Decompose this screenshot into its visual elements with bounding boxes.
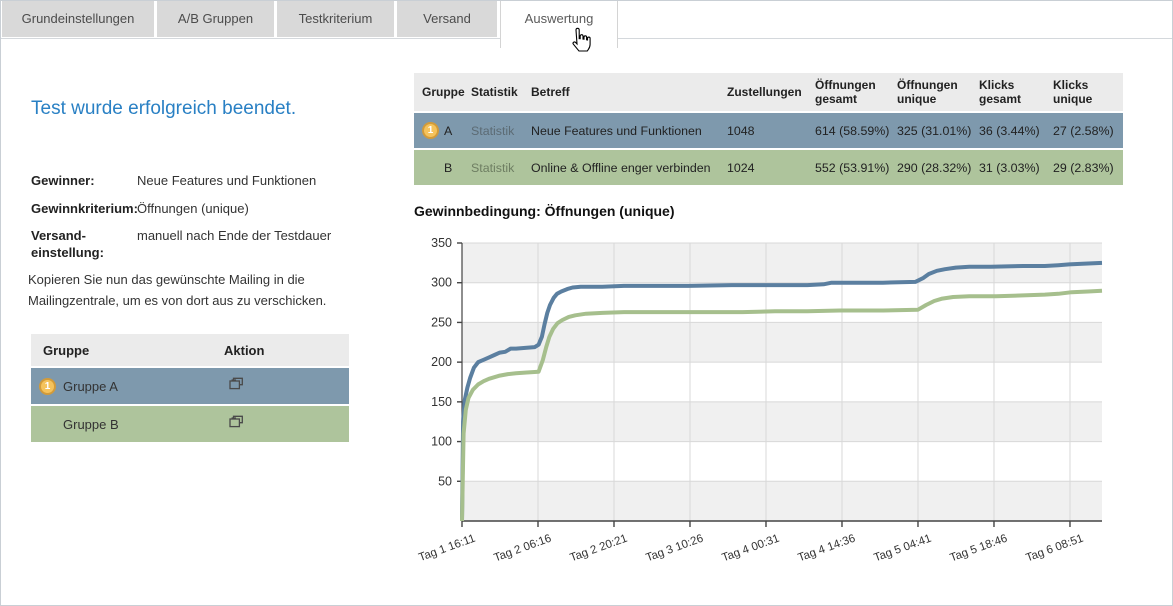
results-row-a[interactable]: 1 A Statistik Neue Features und Funktion… — [414, 113, 1123, 148]
results-table: Gruppe Statistik Betreff Zustellungen Öf… — [414, 73, 1123, 185]
send-setting-row: Versand-einstellung: manuell nach Ende d… — [31, 227, 331, 261]
x-axis-label: Tag 6 08:51 — [1024, 533, 1085, 565]
row-a-betreff: Neue Features und Funktionen — [526, 113, 722, 148]
tab-bar: Grundeinstellungen A/B Gruppen Testkrite… — [2, 1, 618, 48]
x-axis-label: Tag 5 18:46 — [948, 533, 1009, 565]
copy-icon[interactable] — [228, 415, 245, 430]
statistik-link[interactable]: Statistik — [471, 124, 514, 138]
y-axis-label: 350 — [431, 236, 452, 250]
tab-ab-gruppen[interactable]: A/B Gruppen — [157, 1, 274, 37]
x-axis-label: Tag 2 20:21 — [568, 533, 629, 565]
line-chart: Tag 1 16:11 Tag 2 06:16 Tag 2 20:21 Tag 3 1… — [406, 229, 1173, 579]
row-b-klicks-unique: 29 (2.83%) — [1048, 150, 1123, 185]
tab-auswertung[interactable]: Auswertung — [500, 1, 618, 48]
win-criterion-value: Öffnungen (unique) — [137, 200, 249, 217]
tab-grundeinstellungen[interactable]: Grundeinstellungen — [2, 1, 154, 37]
plot-band — [462, 322, 1102, 362]
chart-title: Gewinnbedingung: Öffnungen (unique) — [414, 203, 675, 219]
header-betreff: Betreff — [526, 73, 722, 111]
group-b-label: Gruppe B — [63, 417, 119, 432]
row-a-klicks-unique: 27 (2.58%) — [1048, 113, 1123, 148]
y-axis-label: 250 — [431, 315, 452, 329]
send-setting-value: manuell nach Ende der Testdauer — [137, 227, 331, 244]
send-setting-label: Versand-einstellung: — [31, 227, 137, 261]
row-b-klicks-gesamt: 31 (3.03%) — [974, 150, 1048, 185]
plot-band — [462, 243, 1102, 283]
tab-versand[interactable]: Versand — [397, 1, 497, 37]
x-axis-label: Tag 1 16:11 — [417, 533, 477, 565]
winner-row: Gewinner: Neue Features und Funktionen — [31, 172, 316, 189]
header-klicks-unique: Klicks unique — [1048, 73, 1123, 111]
y-axis-label: 50 — [438, 474, 452, 488]
row-b-zustellungen: 1024 — [722, 150, 810, 185]
row-a-klicks-gesamt: 36 (3.44%) — [974, 113, 1048, 148]
group-table-header: Gruppe Aktion — [31, 334, 349, 366]
row-a-zustellungen: 1048 — [722, 113, 810, 148]
x-axis-label: Tag 5 04:41 — [872, 533, 933, 565]
x-axis-label: Tag 4 14:36 — [796, 533, 857, 565]
winner-rank-badge: 1 — [422, 122, 439, 139]
header-statistik: Statistik — [466, 73, 526, 111]
copy-instruction-note: Kopieren Sie nun das gewünschte Mailing … — [28, 269, 344, 311]
group-row-a[interactable]: 1 Gruppe A — [31, 368, 349, 404]
header-oeffnungen-unique: Öffnungen unique — [892, 73, 974, 111]
x-axis-label: Tag 4 00:31 — [720, 533, 781, 565]
group-row-b[interactable]: Gruppe B — [31, 406, 349, 442]
tab-testkriterium[interactable]: Testkriterium — [277, 1, 394, 37]
header-klicks-gesamt: Klicks gesamt — [974, 73, 1048, 111]
winner-label: Gewinner: — [31, 172, 137, 189]
row-b-oeffnungen-unique: 290 (28.32%) — [892, 150, 974, 185]
header-gruppe: Gruppe — [414, 73, 466, 111]
results-table-header: Gruppe Statistik Betreff Zustellungen Öf… — [414, 73, 1123, 111]
plot-band — [462, 402, 1102, 442]
row-a-oeffnungen-gesamt: 614 (58.59%) — [810, 113, 892, 148]
plot-band — [462, 442, 1102, 482]
header-zustellungen: Zustellungen — [722, 73, 810, 111]
y-axis-label: 150 — [431, 395, 452, 409]
plot-band — [462, 283, 1102, 323]
y-axis-label: 100 — [431, 435, 452, 449]
plot-band — [462, 481, 1102, 521]
x-axis-label: Tag 3 10:26 — [644, 533, 705, 565]
row-b-oeffnungen-gesamt: 552 (53.91%) — [810, 150, 892, 185]
group-a-label: Gruppe A — [63, 379, 118, 394]
y-axis-label: 200 — [431, 355, 452, 369]
action-column-header: Aktion — [224, 343, 264, 358]
y-axis-label: 300 — [431, 276, 452, 290]
winner-rank-badge: 1 — [39, 378, 56, 395]
group-action-table: Gruppe Aktion 1 Gruppe A Gr — [31, 334, 349, 442]
success-message: Test wurde erfolgreich beendet. — [31, 98, 296, 120]
ab-test-evaluation-page: Grundeinstellungen A/B Gruppen Testkrite… — [0, 0, 1173, 606]
win-criterion-label: Gewinnkriterium: — [31, 200, 137, 217]
row-a-oeffnungen-unique: 325 (31.01%) — [892, 113, 974, 148]
copy-icon[interactable] — [228, 377, 245, 392]
chart-svg: Tag 1 16:11 Tag 2 06:16 Tag 2 20:21 Tag 3 1… — [406, 229, 1173, 579]
row-a-group: A — [444, 124, 452, 138]
plot-band — [462, 362, 1102, 402]
win-criterion-row: Gewinnkriterium: Öffnungen (unique) — [31, 200, 249, 217]
row-b-betreff: Online & Offline enger verbinden — [526, 150, 722, 185]
header-oeffnungen-gesamt: Öffnungen gesamt — [810, 73, 892, 111]
group-column-header: Gruppe — [31, 343, 224, 358]
x-axis-label: Tag 2 06:16 — [492, 533, 553, 565]
row-b-group: B — [444, 161, 452, 175]
statistik-link[interactable]: Statistik — [471, 161, 514, 175]
winner-value: Neue Features und Funktionen — [137, 172, 316, 189]
results-row-b[interactable]: B Statistik Online & Offline enger verbi… — [414, 150, 1123, 185]
